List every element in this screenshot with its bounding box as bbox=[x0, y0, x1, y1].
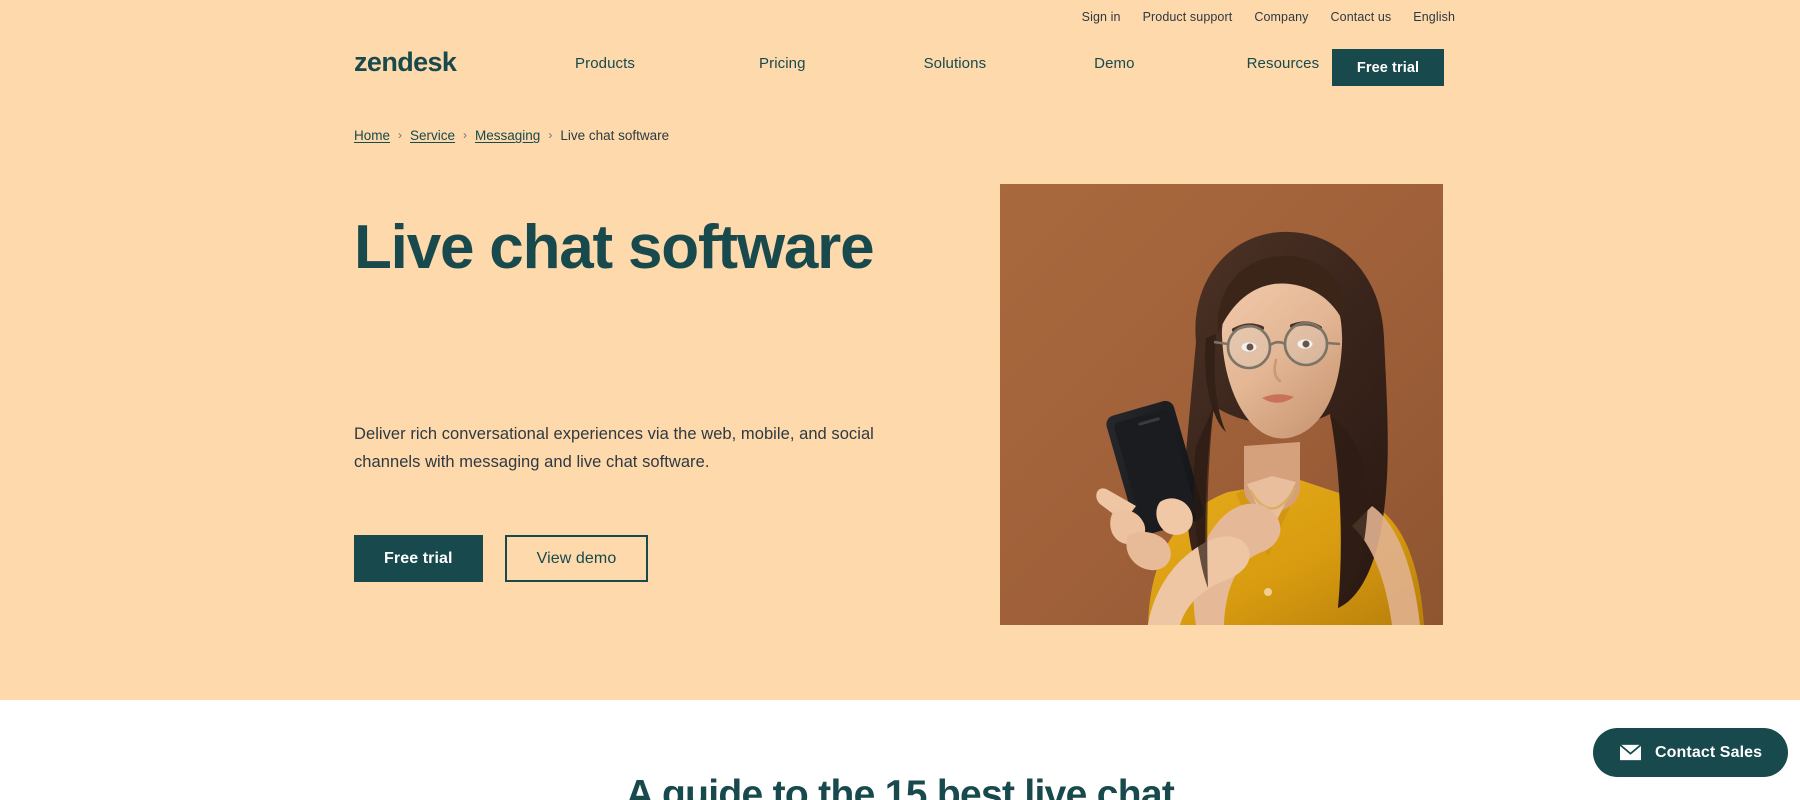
hero-free-trial-button[interactable]: Free trial bbox=[354, 535, 483, 582]
breadcrumb: Home › Service › Messaging › Live chat s… bbox=[354, 128, 669, 143]
utility-link-product-support[interactable]: Product support bbox=[1143, 10, 1233, 24]
zendesk-logo[interactable]: zendesk bbox=[354, 49, 457, 76]
hero-cta-group: Free trial View demo bbox=[354, 535, 649, 582]
nav-links: Products Pricing Solutions Demo Resource… bbox=[575, 55, 1319, 72]
contact-sales-button[interactable]: Contact Sales bbox=[1593, 728, 1789, 777]
nav-item-products[interactable]: Products bbox=[575, 55, 635, 72]
utility-link-company[interactable]: Company bbox=[1254, 10, 1308, 24]
breadcrumb-item-current: Live chat software bbox=[560, 128, 670, 143]
page-title: Live chat software bbox=[354, 213, 875, 282]
hero-description: Deliver rich conversational experiences … bbox=[354, 425, 874, 472]
nav-item-solutions[interactable]: Solutions bbox=[924, 55, 987, 72]
hero-photo-illustration bbox=[1000, 184, 1443, 625]
chevron-right-icon: › bbox=[463, 127, 468, 142]
hero-view-demo-button[interactable]: View demo bbox=[504, 535, 649, 582]
nav-item-demo[interactable]: Demo bbox=[1094, 55, 1134, 72]
breadcrumb-item-messaging[interactable]: Messaging bbox=[475, 128, 540, 143]
chevron-right-icon: › bbox=[398, 127, 403, 142]
hero-section: Sign in Product support Company Contact … bbox=[0, 0, 1800, 700]
nav-item-resources[interactable]: Resources bbox=[1247, 55, 1320, 72]
envelope-icon bbox=[1619, 744, 1642, 761]
breadcrumb-item-service[interactable]: Service bbox=[410, 128, 455, 143]
hero-image bbox=[1000, 184, 1443, 625]
chevron-right-icon: › bbox=[548, 127, 553, 142]
utility-link-language[interactable]: English bbox=[1413, 10, 1455, 24]
utility-link-contact-us[interactable]: Contact us bbox=[1331, 10, 1392, 24]
main-navigation: zendesk Products Pricing Solutions Demo … bbox=[0, 44, 1800, 102]
breadcrumb-item-home[interactable]: Home bbox=[354, 128, 390, 143]
contact-sales-label: Contact Sales bbox=[1655, 743, 1763, 761]
nav-free-trial-button[interactable]: Free trial bbox=[1332, 49, 1444, 86]
nav-item-pricing[interactable]: Pricing bbox=[759, 55, 806, 72]
guide-section-heading: A guide to the 15 best live chat bbox=[625, 773, 1175, 800]
bottom-section: A guide to the 15 best live chat bbox=[0, 700, 1800, 800]
utility-bar: Sign in Product support Company Contact … bbox=[1082, 10, 1455, 24]
utility-link-sign-in[interactable]: Sign in bbox=[1082, 10, 1121, 24]
